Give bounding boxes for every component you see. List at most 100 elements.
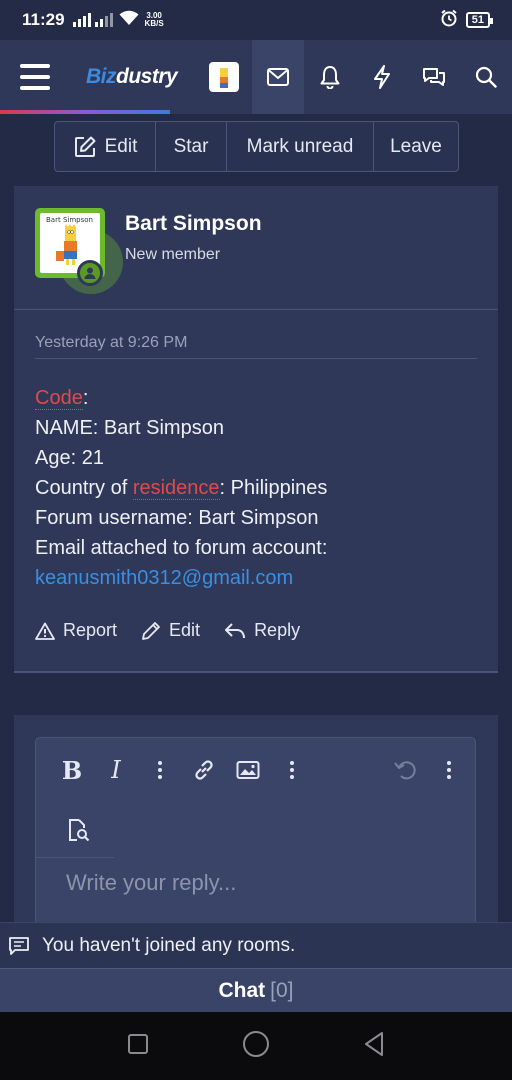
circle-icon	[242, 1030, 269, 1057]
search-button[interactable]	[460, 40, 512, 114]
account-avatar[interactable]	[209, 62, 240, 92]
name-line: NAME: Bart Simpson	[35, 417, 224, 439]
residence-keyword[interactable]: residence	[132, 477, 220, 500]
message-post: Bart Simpson Bart Simpson New member Yes	[14, 186, 498, 673]
undo-button[interactable]	[383, 748, 427, 792]
logo-part-1: Biz	[86, 65, 117, 88]
post-header: Bart Simpson Bart Simpson New member	[14, 186, 498, 310]
chat-bubbles-icon	[423, 68, 445, 86]
italic-button[interactable]: I	[94, 748, 138, 792]
document-search-icon	[69, 818, 90, 841]
quick-reply: B I Write your reply...	[14, 715, 498, 937]
reply-editor: B I Write your reply...	[35, 737, 476, 937]
link-icon	[195, 760, 213, 780]
alarm-icon	[440, 9, 458, 32]
date-divider	[35, 358, 477, 359]
mark-unread-button[interactable]: Mark unread	[227, 122, 374, 171]
bold-button[interactable]: B	[50, 748, 94, 792]
status-bar: 11:29 3.00 KB/S 51	[0, 0, 512, 40]
home-button[interactable]	[242, 1030, 270, 1063]
bolt-icon	[374, 65, 390, 89]
insert-image-button[interactable]	[226, 748, 270, 792]
chat-count: [0]	[270, 978, 294, 1002]
edit-icon	[74, 136, 96, 157]
vertical-dots-icon	[158, 761, 162, 779]
menu-button[interactable]	[0, 40, 70, 114]
forum-username-line: Forum username: Bart Simpson	[35, 507, 319, 529]
wifi-icon	[119, 10, 139, 31]
system-navigation-bar	[0, 1012, 512, 1080]
search-icon	[475, 66, 497, 88]
back-triangle-icon	[365, 1031, 384, 1056]
image-icon	[236, 761, 260, 779]
editor-more-button[interactable]	[427, 748, 471, 792]
report-button[interactable]: Report	[35, 620, 117, 641]
inbox-icon	[267, 68, 289, 86]
star-button[interactable]: Star	[156, 122, 227, 171]
post-username[interactable]: Bart Simpson	[125, 212, 262, 236]
nav-accent-bar	[0, 110, 170, 114]
star-label: Star	[173, 135, 209, 157]
country-prefix: Country of	[35, 477, 133, 499]
top-navbar: Bizdustry	[0, 40, 512, 114]
post-footer: Report Edit Reply	[35, 620, 477, 641]
bell-icon	[320, 66, 340, 89]
post-body: Code: NAME: Bart Simpson Age: 21 Country…	[35, 383, 327, 593]
insert-link-button[interactable]	[182, 748, 226, 792]
status-time: 11:29	[22, 10, 65, 29]
vertical-dots-icon	[290, 761, 294, 779]
country-line: Country of residence: Philippines	[35, 473, 327, 503]
site-logo[interactable]: Bizdustry	[86, 65, 178, 89]
more-insert-options-button[interactable]	[270, 748, 314, 792]
chat-notice-text: You haven't joined any rooms.	[42, 934, 296, 956]
leave-label: Leave	[390, 135, 442, 157]
signal-icon-2	[94, 13, 113, 27]
edit-post-button[interactable]: Edit	[141, 620, 200, 641]
code-keyword[interactable]: Code	[35, 387, 83, 410]
online-status-icon	[77, 260, 103, 286]
thread-action-bar: Edit Star Mark unread Leave	[54, 121, 459, 172]
post-date[interactable]: Yesterday at 9:26 PM	[35, 334, 187, 352]
warning-icon	[35, 622, 55, 640]
age-line: Age: 21	[35, 447, 104, 469]
mark-unread-label: Mark unread	[246, 135, 354, 157]
post-user-title: New member	[125, 246, 221, 263]
code-suffix: :	[82, 387, 89, 409]
message-icon	[9, 936, 29, 955]
code-line: Code:	[35, 383, 327, 413]
undo-icon	[394, 761, 416, 780]
country-suffix: : Philippines	[219, 477, 328, 499]
edit-thread-button[interactable]: Edit	[55, 122, 156, 171]
reply-label: Reply	[254, 620, 301, 640]
more-text-options-button[interactable]	[138, 748, 182, 792]
report-label: Report	[63, 620, 118, 640]
preview-button[interactable]	[56, 808, 100, 852]
square-icon	[127, 1033, 148, 1054]
battery-indicator: 51	[465, 12, 494, 28]
chat-rooms-notice[interactable]: You haven't joined any rooms.	[0, 922, 512, 968]
chat-toggle-bar[interactable]: Chat [0]	[0, 968, 512, 1012]
editor-toolbar-secondary	[36, 802, 114, 858]
logo-part-2: dustry	[116, 65, 178, 88]
reply-input[interactable]: Write your reply...	[66, 870, 236, 896]
back-button[interactable]	[363, 1031, 385, 1062]
net-speed: 3.00 KB/S	[145, 12, 164, 28]
inbox-button[interactable]	[252, 40, 304, 114]
reply-icon	[225, 622, 246, 638]
signal-icon	[72, 13, 91, 27]
chat-label: Chat	[218, 978, 266, 1002]
whats-new-button[interactable]	[356, 40, 408, 114]
recents-button[interactable]	[127, 1033, 149, 1060]
email-link[interactable]: keanusmith0312@gmail.com	[35, 563, 327, 593]
alerts-button[interactable]	[304, 40, 356, 114]
leave-button[interactable]: Leave	[374, 122, 458, 171]
email-label-line: Email attached to forum account:	[35, 537, 328, 559]
pencil-icon	[142, 621, 160, 640]
edit-post-label: Edit	[169, 620, 201, 640]
conversations-button[interactable]	[408, 40, 460, 114]
editor-toolbar: B I	[36, 738, 475, 802]
net-speed-unit: KB/S	[144, 19, 164, 28]
reply-button[interactable]: Reply	[224, 620, 300, 641]
edit-thread-label: Edit	[104, 135, 138, 157]
vertical-dots-icon	[447, 761, 451, 779]
